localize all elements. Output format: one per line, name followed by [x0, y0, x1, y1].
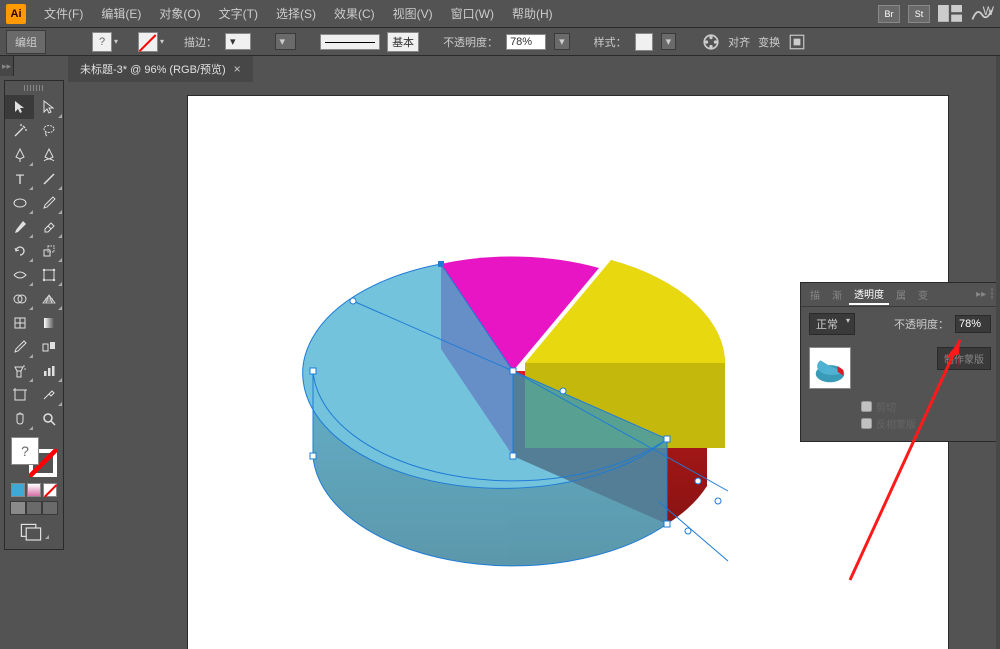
brush-label[interactable]: 基本 [387, 32, 419, 52]
shape-builder-tool[interactable] [5, 287, 34, 311]
panel-opacity-field[interactable] [955, 315, 991, 333]
style-swatch[interactable] [635, 33, 653, 51]
stroke-swatch[interactable]: ▾ [138, 32, 158, 52]
stroke-weight-select[interactable]: ▾ [225, 33, 251, 50]
draw-mode-row [5, 501, 63, 515]
color-mode-none[interactable] [43, 483, 57, 497]
zoom-tool[interactable] [34, 407, 63, 431]
magic-wand-tool[interactable] [5, 119, 34, 143]
lasso-tool[interactable] [34, 119, 63, 143]
color-mode-row [5, 483, 63, 497]
recolor-icon[interactable] [702, 33, 720, 51]
pen-tool[interactable] [5, 143, 34, 167]
color-mode-solid[interactable] [11, 483, 25, 497]
opacity-field[interactable] [506, 34, 546, 50]
draw-behind[interactable] [26, 501, 42, 515]
menu-edit[interactable]: 编辑(E) [93, 1, 149, 26]
menu-file[interactable]: 文件(F) [36, 1, 91, 26]
screen-mode-tool[interactable] [19, 519, 49, 545]
panel-tab-gradient[interactable]: 渐 [827, 285, 847, 304]
menu-bar: Ai 文件(F) 编辑(E) 对象(O) 文字(T) 选择(S) 效果(C) 视… [0, 0, 1000, 28]
opacity-label: 不透明度： [443, 34, 498, 50]
app-logo: Ai [6, 4, 26, 24]
selection-type-label[interactable]: 编组 [6, 30, 46, 54]
paintbrush-tool[interactable] [34, 191, 63, 215]
panel-tab-stroke[interactable]: 描 [805, 285, 825, 304]
ellipse-tool[interactable] [5, 191, 34, 215]
blend-tool[interactable] [34, 335, 63, 359]
artboard-tool[interactable] [5, 383, 34, 407]
stock-button[interactable]: St [908, 5, 930, 23]
gradient-tool[interactable] [34, 311, 63, 335]
rotate-tool[interactable] [5, 239, 34, 263]
right-edge-strip [996, 56, 1000, 649]
clip-checkbox[interactable]: 剪切 [861, 399, 991, 414]
tab-bar: 未标题-3* @ 96% (RGB/预览) × [68, 56, 1000, 82]
panel-tab-transform[interactable]: 变 [913, 285, 933, 304]
menu-type[interactable]: 文字(T) [211, 1, 266, 26]
selection-tool[interactable] [5, 95, 34, 119]
panel-tab-attributes[interactable]: 属 [891, 285, 911, 304]
tab-title: 未标题-3* @ 96% (RGB/预览) [80, 61, 226, 77]
draw-inside[interactable] [42, 501, 58, 515]
eyedropper-tool[interactable] [5, 335, 34, 359]
style-label: 样式： [594, 34, 627, 50]
tool-panel: T ? [4, 80, 64, 550]
column-graph-tool[interactable] [34, 359, 63, 383]
style-dropdown[interactable]: ▾ [661, 33, 677, 50]
invert-mask-checkbox[interactable]: 反相蒙版 [861, 416, 991, 431]
hand-tool[interactable] [5, 407, 34, 431]
document-tab[interactable]: 未标题-3* @ 96% (RGB/预览) × [68, 55, 253, 82]
menu-select[interactable]: 选择(S) [268, 1, 324, 26]
make-mask-button[interactable]: 制作蒙版 [937, 347, 991, 370]
draw-normal[interactable] [10, 501, 26, 515]
control-bar: 编组 ?▾ ▾ 描边： ▾ ▾ 基本 不透明度： ▾ 样式： ▾ 对齐 变换 [0, 28, 1000, 56]
curvature-tool[interactable] [34, 143, 63, 167]
opacity-thumbnail[interactable] [809, 347, 851, 389]
perspective-grid-tool[interactable] [34, 287, 63, 311]
line-tool[interactable] [34, 167, 63, 191]
menu-view[interactable]: 视图(V) [385, 1, 441, 26]
width-tool[interactable] [5, 263, 34, 287]
bridge-button[interactable]: Br [878, 5, 900, 23]
pencil-tool[interactable] [5, 215, 34, 239]
slice-tool[interactable] [34, 383, 63, 407]
workspace-label[interactable]: W [983, 4, 994, 18]
left-panel-collapse[interactable]: ▸▸ [0, 56, 14, 76]
blend-mode-select[interactable]: 正常 [809, 313, 855, 335]
menu-effect[interactable]: 效果(C) [326, 1, 383, 26]
direct-selection-tool[interactable] [34, 95, 63, 119]
menu-object[interactable]: 对象(O) [151, 1, 208, 26]
tab-close-icon[interactable]: × [234, 62, 241, 76]
panel-opacity-label: 不透明度： [894, 316, 949, 332]
svg-text:T: T [15, 171, 24, 187]
fill-swatch[interactable]: ?▾ [92, 32, 112, 52]
panel-tab-transparency[interactable]: 透明度 [849, 284, 889, 305]
panel-menu-icon[interactable]: ▸▸ ┆ [976, 289, 995, 300]
transform-link[interactable]: 变换 [758, 34, 780, 50]
free-transform-tool[interactable] [34, 263, 63, 287]
arrange-docs-icon[interactable] [938, 5, 962, 23]
menu-help[interactable]: 帮助(H) [504, 1, 561, 26]
fill-stroke-indicator[interactable]: ? [9, 435, 59, 479]
var-width-profile[interactable]: ▾ [275, 33, 297, 50]
eraser-tool[interactable] [34, 215, 63, 239]
isolate-icon[interactable] [788, 33, 806, 51]
panel-grip[interactable] [24, 85, 44, 91]
mesh-tool[interactable] [5, 311, 34, 335]
type-tool[interactable]: T [5, 167, 34, 191]
menu-window[interactable]: 窗口(W) [443, 1, 502, 26]
opacity-dropdown[interactable]: ▾ [554, 33, 570, 50]
transparency-panel: 描 渐 透明度 属 变 ▸▸ ┆ 正常 不透明度： 制作蒙版 剪切 反相蒙版 [800, 282, 1000, 442]
stroke-label: 描边： [184, 34, 217, 50]
pie-chart[interactable] [278, 191, 748, 649]
align-link[interactable]: 对齐 [728, 34, 750, 50]
color-mode-gradient[interactable] [27, 483, 41, 497]
brush-definition[interactable] [320, 34, 380, 50]
panel-tab-bar: 描 渐 透明度 属 变 ▸▸ ┆ [801, 283, 999, 307]
symbol-sprayer-tool[interactable] [5, 359, 34, 383]
scale-tool[interactable] [34, 239, 63, 263]
